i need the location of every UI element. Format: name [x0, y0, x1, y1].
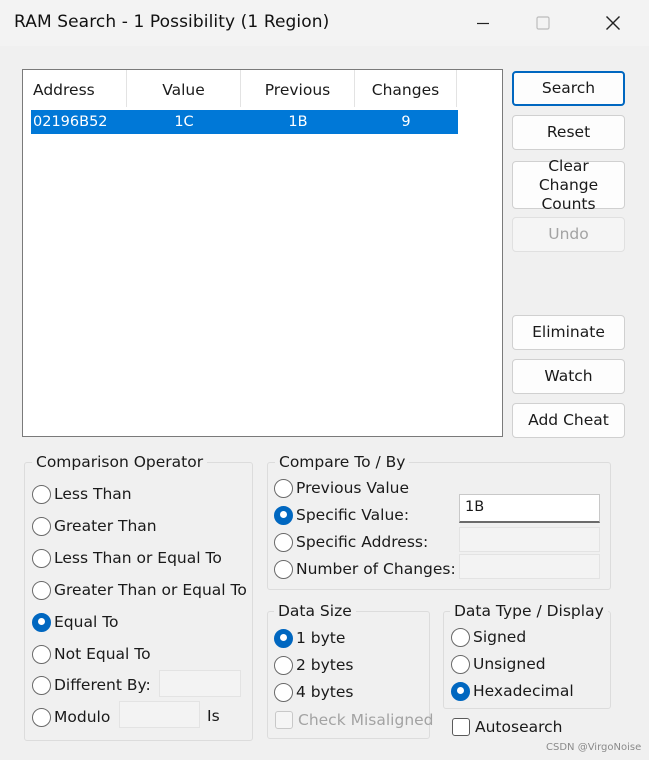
radio-hexadecimal[interactable]: Hexadecimal [451, 680, 574, 702]
watermark: CSDN @VirgoNoise [546, 742, 642, 753]
radio-button-selected-icon [274, 628, 293, 648]
radio-not-equal-to[interactable]: Not Equal To [32, 643, 151, 665]
column-header-previous[interactable]: Previous [241, 70, 355, 107]
radio-4-bytes[interactable]: 4 bytes [274, 681, 354, 703]
radio-equal-to[interactable]: Equal To [32, 611, 119, 633]
close-button[interactable] [590, 0, 636, 46]
title-bar: RAM Search - 1 Possibility (1 Region) [0, 0, 649, 46]
radio-button-icon [274, 682, 293, 702]
minimize-icon [477, 22, 489, 25]
comparison-operator-legend: Comparison Operator [32, 453, 208, 471]
undo-button: Undo [512, 217, 625, 252]
radio-1-byte[interactable]: 1 byte [274, 627, 345, 649]
search-button[interactable]: Search [512, 71, 625, 106]
radio-previous-value[interactable]: Previous Value [274, 477, 409, 499]
radio-button-icon [274, 655, 293, 675]
checkbox-icon [452, 718, 470, 736]
compare-to-legend: Compare To / By [275, 453, 410, 471]
radio-signed[interactable]: Signed [451, 626, 526, 648]
autosearch-checkbox[interactable]: Autosearch [452, 716, 562, 738]
modulo-input [119, 701, 200, 728]
clear-change-counts-button[interactable]: Clear Change Counts [512, 157, 625, 213]
results-list[interactable]: Address Value Previous Changes 02196B52 … [22, 69, 503, 437]
table-row[interactable]: 02196B52 1C 1B 9 [31, 110, 458, 134]
maximize-button [520, 0, 566, 46]
radio-button-icon [274, 559, 293, 579]
radio-2-bytes[interactable]: 2 bytes [274, 654, 354, 676]
maximize-icon [536, 16, 550, 30]
add-cheat-button[interactable]: Add Cheat [512, 403, 625, 438]
column-header-changes[interactable]: Changes [355, 70, 457, 107]
reset-button[interactable]: Reset [512, 115, 625, 150]
radio-button-icon [32, 516, 51, 536]
radio-number-of-changes[interactable]: Number of Changes: [274, 558, 456, 580]
radio-button-selected-icon [451, 681, 470, 701]
radio-button-icon [451, 654, 470, 674]
radio-less-than[interactable]: Less Than [32, 483, 132, 505]
radio-button-icon [32, 644, 51, 664]
column-header-value[interactable]: Value [127, 70, 241, 107]
number-of-changes-input [459, 554, 600, 579]
different-by-input [159, 670, 241, 697]
close-icon [606, 16, 620, 30]
radio-unsigned[interactable]: Unsigned [451, 653, 546, 675]
cell-address: 02196B52 [33, 114, 108, 130]
list-header: Address Value Previous Changes [23, 70, 502, 107]
radio-button-icon [274, 478, 293, 498]
radio-less-than-or-equal[interactable]: Less Than or Equal To [32, 547, 222, 569]
checkbox-icon [275, 711, 293, 729]
radio-specific-address[interactable]: Specific Address: [274, 531, 428, 553]
radio-button-selected-icon [274, 505, 293, 525]
modulo-is-label: Is [207, 707, 220, 725]
radio-different-by[interactable]: Different By: [32, 674, 151, 696]
radio-modulo[interactable]: Modulo [32, 706, 110, 728]
radio-button-icon [32, 675, 51, 695]
cell-changes: 9 [401, 114, 411, 130]
cell-previous: 1B [288, 114, 308, 130]
radio-button-icon [274, 532, 293, 552]
radio-greater-than[interactable]: Greater Than [32, 515, 157, 537]
radio-button-icon [32, 484, 51, 504]
radio-button-icon [451, 627, 470, 647]
radio-button-selected-icon [32, 612, 51, 632]
check-misaligned-checkbox: Check Misaligned [275, 709, 434, 731]
specific-value-input[interactable]: 1B [459, 494, 600, 523]
data-type-legend: Data Type / Display [450, 602, 608, 620]
radio-greater-than-or-equal[interactable]: Greater Than or Equal To [32, 579, 247, 601]
radio-button-icon [32, 707, 51, 727]
column-header-address[interactable]: Address [23, 70, 127, 107]
data-size-legend: Data Size [274, 602, 356, 620]
radio-button-icon [32, 548, 51, 568]
specific-address-input [459, 527, 600, 552]
cell-value: 1C [174, 114, 194, 130]
minimize-button[interactable] [460, 0, 506, 46]
radio-specific-value[interactable]: Specific Value: [274, 504, 409, 526]
window-title: RAM Search - 1 Possibility (1 Region) [14, 12, 330, 32]
watch-button[interactable]: Watch [512, 359, 625, 394]
radio-button-icon [32, 580, 51, 600]
eliminate-button[interactable]: Eliminate [512, 315, 625, 350]
